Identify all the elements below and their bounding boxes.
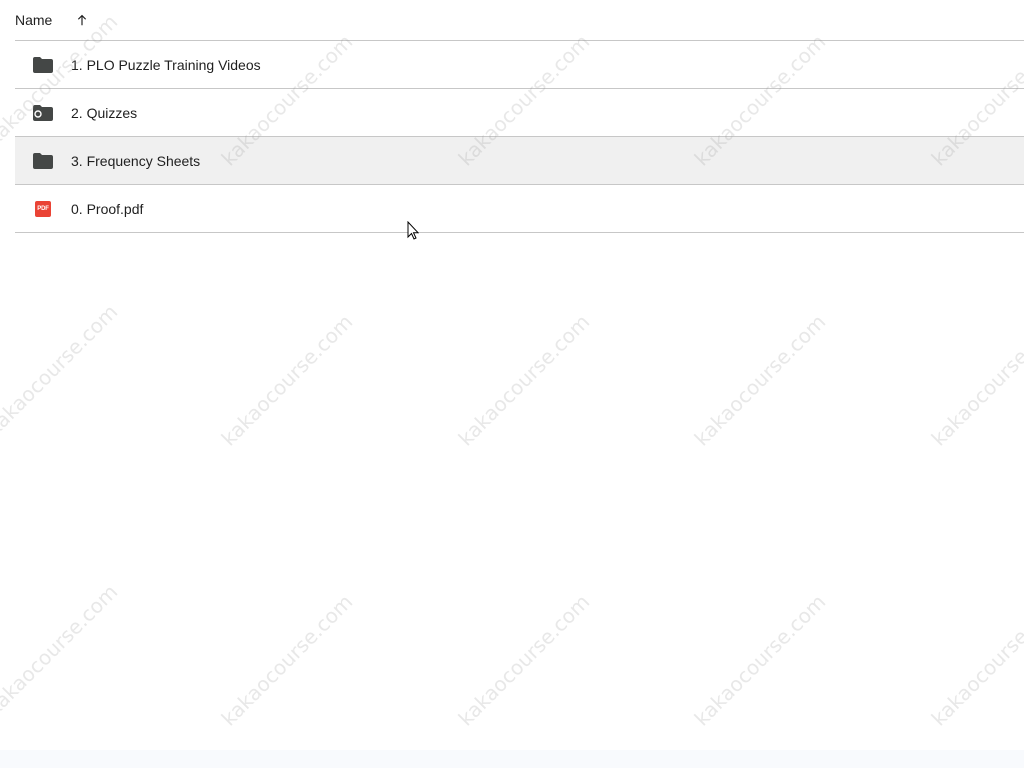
- name-column-header[interactable]: Name: [15, 12, 52, 28]
- footer-strip: [0, 750, 1024, 768]
- pdf-icon: PDF: [32, 198, 54, 220]
- pdf-icon-label: PDF: [35, 200, 51, 217]
- watermark: kakaocourse.com: [453, 309, 595, 451]
- watermark: kakaocourse.com: [689, 589, 831, 731]
- watermark: kakaocourse.com: [0, 299, 123, 441]
- arrow-up-icon: [78, 14, 87, 26]
- watermark: kakaocourse.com: [926, 309, 1024, 451]
- mouse-cursor-icon: [407, 221, 419, 240]
- item-name: 0. Proof.pdf: [71, 200, 144, 217]
- list-item[interactable]: 2. Quizzes: [15, 89, 1024, 137]
- item-name: 1. PLO Puzzle Training Videos: [71, 56, 261, 73]
- watermark: kakaocourse.com: [453, 589, 595, 731]
- shared-folder-icon: [32, 102, 54, 124]
- folder-icon: [32, 150, 54, 172]
- item-name: 3. Frequency Sheets: [71, 152, 201, 169]
- list-header: Name: [15, 0, 1024, 41]
- watermark: kakaocourse.com: [926, 589, 1024, 731]
- file-list: 1. PLO Puzzle Training Videos 2. Quizzes…: [15, 41, 1024, 233]
- list-item[interactable]: 3. Frequency Sheets: [15, 137, 1024, 185]
- list-item[interactable]: PDF 0. Proof.pdf: [15, 185, 1024, 233]
- item-name: 2. Quizzes: [71, 104, 138, 121]
- watermark: kakaocourse.com: [216, 589, 358, 731]
- watermark: kakaocourse.com: [216, 309, 358, 451]
- watermark: kakaocourse.com: [689, 309, 831, 451]
- watermark: kakaocourse.com: [0, 579, 123, 721]
- file-browser: Name 1. PLO Puzzle Training Videos 2. Qu…: [0, 0, 1024, 768]
- sort-button[interactable]: [70, 8, 94, 32]
- list-item[interactable]: 1. PLO Puzzle Training Videos: [15, 41, 1024, 89]
- folder-icon: [32, 54, 54, 76]
